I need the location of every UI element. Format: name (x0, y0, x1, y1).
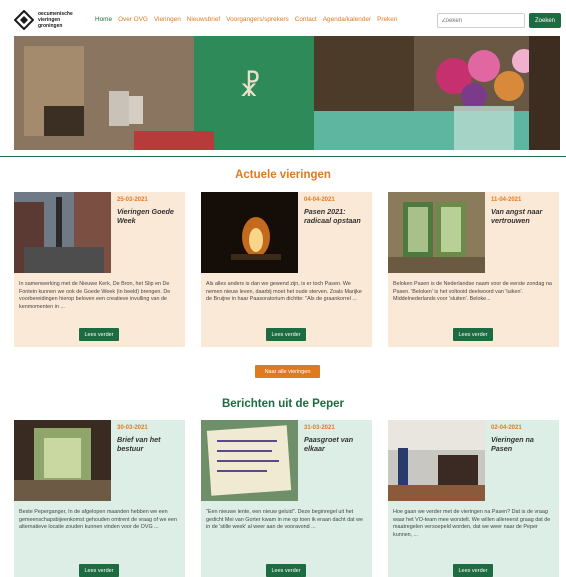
logo-line: groningen (38, 23, 63, 29)
viering-text: Beloken Pasen is de Nederlandse naam voo… (393, 281, 552, 302)
lees-verder-button[interactable]: Lees verder (453, 564, 493, 577)
viering-date: 11-04-2021 (491, 197, 522, 203)
viering-title[interactable]: Van angst naar vertrouwen (491, 207, 555, 225)
viering-image (201, 192, 298, 273)
viering-date: 04-04-2021 (304, 197, 335, 203)
bericht-text: "Een nieuwe lente, een nieuw geluid". De… (206, 509, 364, 530)
viering-title[interactable]: Vieringen Goede Week (117, 207, 181, 225)
bericht-date: 31-03-2021 (304, 425, 335, 431)
bericht-title[interactable]: Brief van het bestuur (117, 435, 181, 453)
search-input[interactable] (437, 13, 525, 28)
bericht-title[interactable]: Vieringen na Pasen (491, 435, 555, 453)
bericht-image (14, 420, 111, 501)
logo-mark-icon (14, 10, 34, 30)
viering-card: 04-04-2021 Pasen 2021: radicaal opstaan … (201, 192, 372, 347)
lees-verder-button[interactable]: Lees verder (266, 564, 306, 577)
lees-verder-button[interactable]: Lees verder (79, 328, 119, 341)
lees-verder-button[interactable]: Lees verder (79, 564, 119, 577)
bericht-card: 30-03-2021 Brief van het bestuur Beste P… (14, 420, 185, 577)
bericht-card: 02-04-2021 Vieringen na Pasen Hoe gaan w… (388, 420, 559, 577)
bericht-date: 30-03-2021 (117, 425, 148, 431)
viering-text: Als alles anders is dan we gewend zijn, … (206, 281, 362, 302)
hero-image: ☧ (14, 36, 560, 150)
bericht-date: 02-04-2021 (491, 425, 522, 431)
main-nav: Home Over OVG Vieringen Nieuwsbrief Voor… (95, 16, 397, 23)
nav-nieuwsbrief[interactable]: Nieuwsbrief (187, 16, 220, 23)
bericht-card: 31-03-2021 Paasgroet van elkaar "Een nie… (201, 420, 372, 577)
viering-date: 25-03-2021 (117, 197, 148, 203)
search-button[interactable]: Zoeken (529, 13, 561, 28)
nav-contact[interactable]: Contact (295, 16, 317, 23)
viering-image (14, 192, 111, 273)
bericht-image (388, 420, 485, 501)
viering-title[interactable]: Pasen 2021: radicaal opstaan (304, 207, 368, 225)
site-logo[interactable]: oecumenische vieringen groningen (14, 9, 94, 31)
viering-image (388, 192, 485, 273)
logo-text: oecumenische vieringen groningen (38, 11, 73, 29)
lees-verder-button[interactable]: Lees verder (453, 328, 493, 341)
vieringen-title: Actuele vieringen (235, 169, 331, 181)
bericht-image (201, 420, 298, 501)
bericht-text: Hoe gaan we verder met de vieringen na P… (393, 509, 551, 538)
all-vieringen-button[interactable]: Naar alle vieringen (255, 365, 320, 378)
nav-over-ovg[interactable]: Over OVG (118, 16, 148, 23)
berichten-title: Berichten uit de Peper (221, 398, 345, 410)
hero-divider (0, 156, 566, 157)
nav-home[interactable]: Home (95, 16, 112, 23)
viering-card: 25-03-2021 Vieringen Goede Week In samen… (14, 192, 185, 347)
lees-verder-button[interactable]: Lees verder (266, 328, 306, 341)
bericht-title[interactable]: Paasgroet van elkaar (304, 435, 368, 453)
nav-agenda[interactable]: Agenda/kalender (323, 16, 371, 23)
bericht-text: Beste Peperganger, In de afgelopen maand… (19, 509, 177, 530)
viering-card: 11-04-2021 Van angst naar vertrouwen Bel… (388, 192, 559, 347)
svg-text:☧: ☧ (239, 70, 261, 103)
viering-text: In samenwerking met de Nieuwe Kerk, De B… (19, 281, 171, 310)
nav-preken[interactable]: Preken (377, 16, 397, 23)
site-header: oecumenische vieringen groningen Home Ov… (0, 0, 566, 36)
nav-voorgangers[interactable]: Voorgangers/sprekers (226, 16, 289, 23)
nav-vieringen[interactable]: Vieringen (154, 16, 181, 23)
